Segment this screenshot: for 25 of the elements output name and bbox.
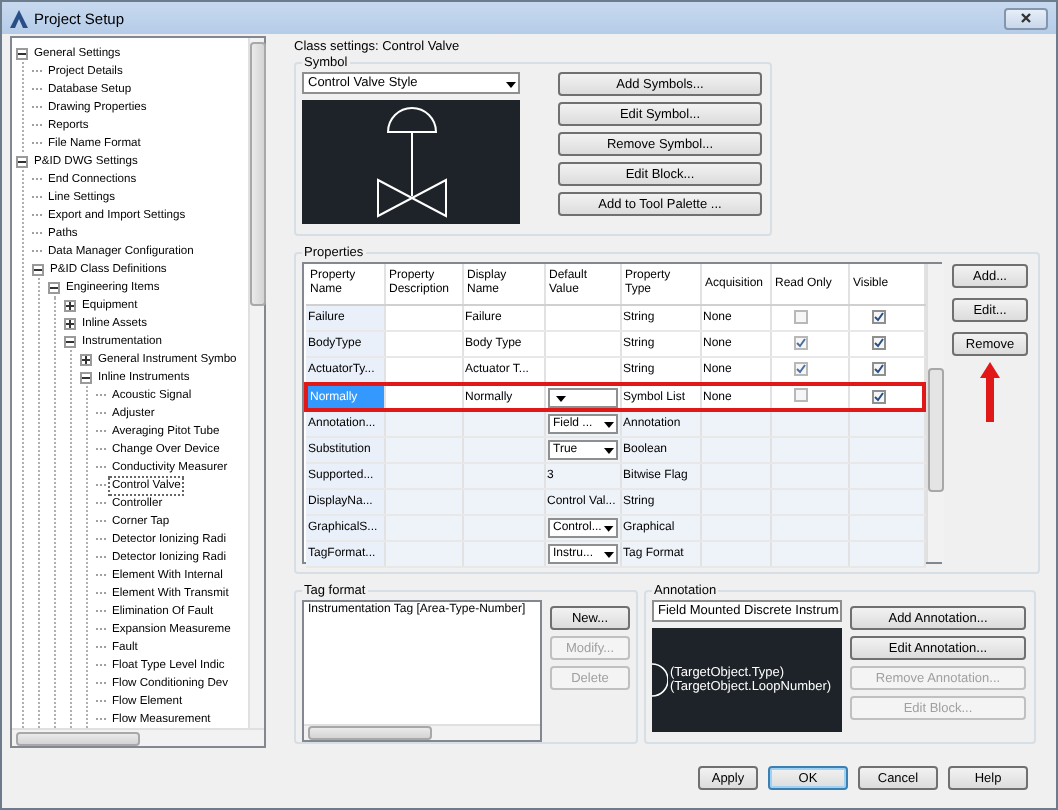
collapse-icon[interactable] xyxy=(16,47,28,59)
read-only-checkbox[interactable] xyxy=(793,362,807,376)
read-only-checkbox[interactable] xyxy=(793,388,807,402)
collapse-icon[interactable] xyxy=(64,335,76,347)
instrument-bubble-drawing xyxy=(652,662,668,698)
control-valve-symbol-drawing xyxy=(373,106,449,218)
app-logo-icon xyxy=(10,9,28,27)
collapse-icon[interactable] xyxy=(48,281,60,293)
visible-checkbox[interactable] xyxy=(871,362,885,376)
visible-checkbox[interactable] xyxy=(871,336,885,350)
horizontal-scrollbar[interactable] xyxy=(304,724,540,740)
close-button[interactable] xyxy=(1004,7,1048,29)
expand-icon[interactable] xyxy=(64,317,76,329)
read-only-checkbox[interactable] xyxy=(793,309,807,323)
close-icon xyxy=(1020,12,1032,24)
expand-icon[interactable] xyxy=(80,353,92,365)
visible-checkbox[interactable] xyxy=(871,389,885,403)
read-only-checkbox[interactable] xyxy=(793,336,807,350)
collapse-icon[interactable] xyxy=(16,155,28,167)
visible-checkbox[interactable] xyxy=(871,310,885,324)
horizontal-scrollbar[interactable] xyxy=(12,728,264,746)
pointer-arrow-icon xyxy=(980,362,1000,422)
collapse-icon[interactable] xyxy=(32,263,44,275)
collapse-icon[interactable] xyxy=(80,371,92,383)
expand-icon[interactable] xyxy=(64,299,76,311)
